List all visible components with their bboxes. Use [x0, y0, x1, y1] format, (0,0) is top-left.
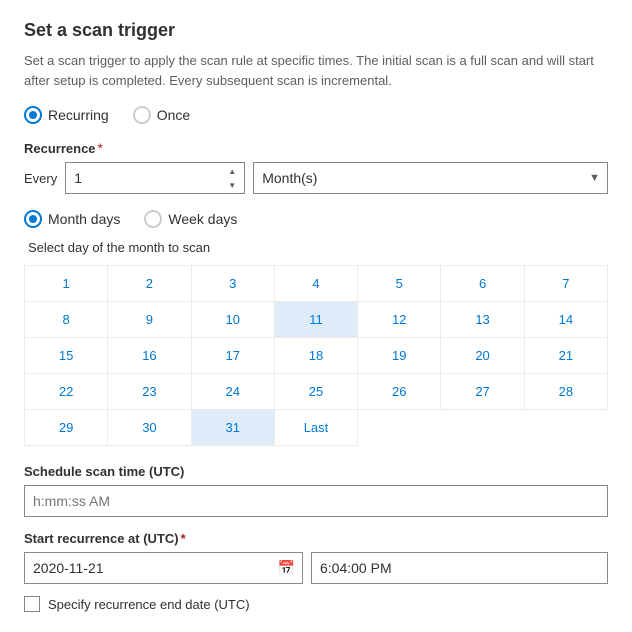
every-number-wrap: ▲ ▼: [65, 162, 245, 194]
every-label: Every: [24, 171, 57, 186]
recurrence-required-star: *: [98, 140, 103, 156]
calendar-day-4[interactable]: 4: [275, 266, 358, 302]
page-description: Set a scan trigger to apply the scan rul…: [24, 51, 608, 90]
month-days-radio-text: Month days: [48, 211, 120, 227]
start-recurrence-label: Start recurrence at (UTC)*: [24, 531, 608, 546]
spin-buttons: ▲ ▼: [221, 164, 243, 192]
end-date-checkbox[interactable]: [24, 596, 40, 612]
end-date-row: Specify recurrence end date (UTC): [24, 596, 608, 612]
select-day-label: Select day of the month to scan: [28, 240, 608, 255]
recurring-radio-circle: [24, 106, 42, 124]
month-days-radio-circle: [24, 210, 42, 228]
calendar-day-1[interactable]: 1: [25, 266, 108, 302]
calendar-day-last[interactable]: Last: [275, 410, 358, 446]
day-type-group: Month days Week days: [24, 210, 608, 228]
recurrence-row: Every ▲ ▼ Month(s) Week(s) Day(s) ▼: [24, 162, 608, 194]
start-recurrence-row: 📅: [24, 552, 608, 584]
calendar-day-14[interactable]: 14: [525, 302, 608, 338]
once-radio-text: Once: [157, 107, 190, 123]
calendar-day-2[interactable]: 2: [108, 266, 191, 302]
start-time-input[interactable]: [311, 552, 608, 584]
calendar-grid: 1234567891011121314151617181920212223242…: [24, 265, 608, 446]
end-date-label: Specify recurrence end date (UTC): [48, 597, 250, 612]
calendar-day-29[interactable]: 29: [25, 410, 108, 446]
calendar-day-15[interactable]: 15: [25, 338, 108, 374]
recurrence-label: Recurrence: [24, 141, 96, 156]
calendar-day-22[interactable]: 22: [25, 374, 108, 410]
trigger-type-group: Recurring Once: [24, 106, 608, 124]
calendar-day-9[interactable]: 9: [108, 302, 191, 338]
week-days-radio-label[interactable]: Week days: [144, 210, 237, 228]
once-radio-label[interactable]: Once: [133, 106, 190, 124]
start-recurrence-section: Start recurrence at (UTC)* 📅: [24, 531, 608, 584]
calendar-day-21[interactable]: 21: [525, 338, 608, 374]
calendar-day-7[interactable]: 7: [525, 266, 608, 302]
calendar-day-19[interactable]: 19: [358, 338, 441, 374]
calendar-day-30[interactable]: 30: [108, 410, 191, 446]
spin-up-button[interactable]: ▲: [221, 164, 243, 178]
month-days-radio-label[interactable]: Month days: [24, 210, 120, 228]
calendar-day-16[interactable]: 16: [108, 338, 191, 374]
calendar-day-31[interactable]: 31: [192, 410, 275, 446]
schedule-time-input[interactable]: [24, 485, 608, 517]
spin-down-button[interactable]: ▼: [221, 178, 243, 192]
start-recurrence-required-star: *: [181, 531, 186, 546]
calendar-day-20[interactable]: 20: [441, 338, 524, 374]
recurring-radio-label[interactable]: Recurring: [24, 106, 109, 124]
page-title: Set a scan trigger: [24, 20, 608, 41]
calendar-day-18[interactable]: 18: [275, 338, 358, 374]
recurrence-header: Recurrence*: [24, 140, 608, 156]
calendar-day-17[interactable]: 17: [192, 338, 275, 374]
calendar-day-11[interactable]: 11: [275, 302, 358, 338]
week-days-radio-text: Week days: [168, 211, 237, 227]
calendar-day-25[interactable]: 25: [275, 374, 358, 410]
calendar-day-27[interactable]: 27: [441, 374, 524, 410]
recurring-radio-text: Recurring: [48, 107, 109, 123]
calendar-day-26[interactable]: 26: [358, 374, 441, 410]
calendar-day-13[interactable]: 13: [441, 302, 524, 338]
once-radio-circle: [133, 106, 151, 124]
calendar-day-24[interactable]: 24: [192, 374, 275, 410]
start-date-wrap: 📅: [24, 552, 303, 584]
calendar-day-12[interactable]: 12: [358, 302, 441, 338]
calendar-day-23[interactable]: 23: [108, 374, 191, 410]
calendar-day-8[interactable]: 8: [25, 302, 108, 338]
unit-dropdown[interactable]: Month(s) Week(s) Day(s): [253, 162, 608, 194]
calendar-day-3[interactable]: 3: [192, 266, 275, 302]
calendar-day-28[interactable]: 28: [525, 374, 608, 410]
calendar-day-5[interactable]: 5: [358, 266, 441, 302]
week-days-radio-circle: [144, 210, 162, 228]
every-number-input[interactable]: [65, 162, 245, 194]
schedule-time-section: Schedule scan time (UTC): [24, 464, 608, 517]
calendar-day-10[interactable]: 10: [192, 302, 275, 338]
unit-dropdown-wrap: Month(s) Week(s) Day(s) ▼: [253, 162, 608, 194]
schedule-time-label: Schedule scan time (UTC): [24, 464, 608, 479]
calendar-day-6[interactable]: 6: [441, 266, 524, 302]
start-date-input[interactable]: [24, 552, 303, 584]
